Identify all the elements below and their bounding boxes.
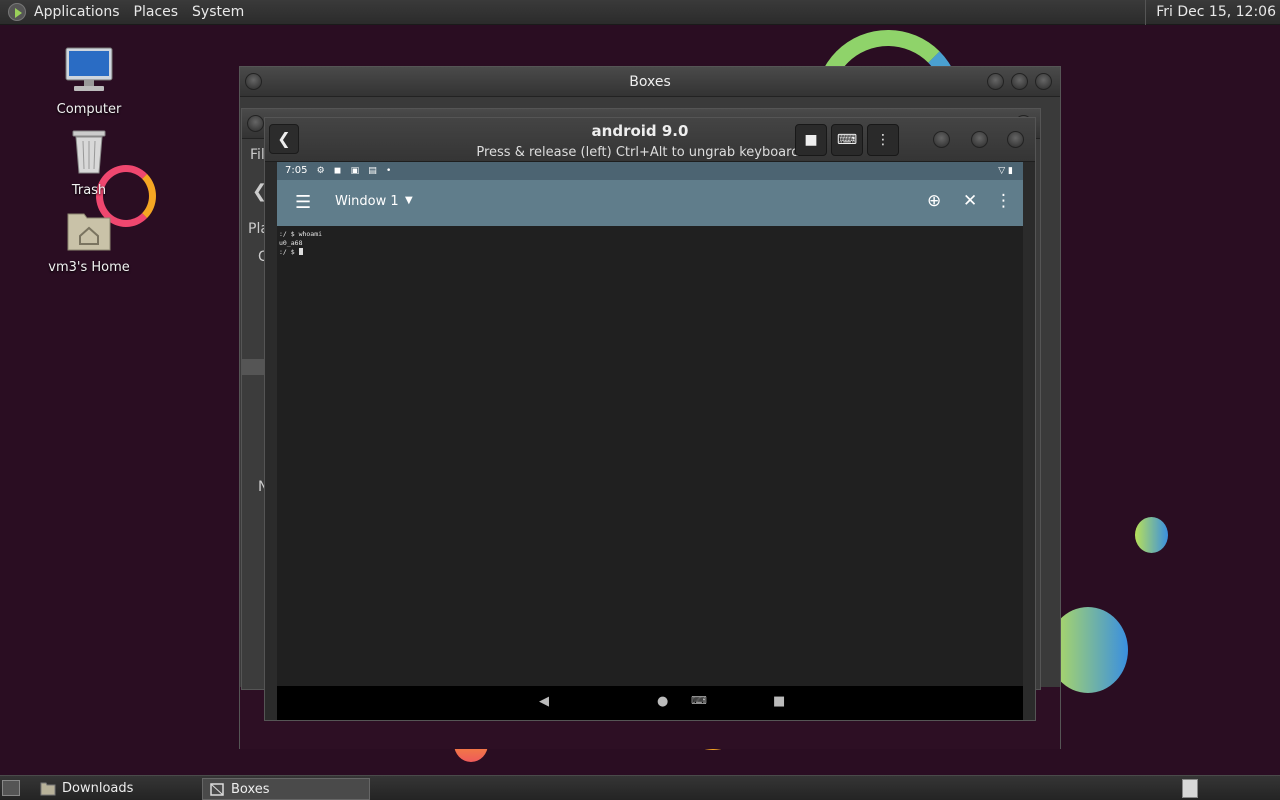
sd-icon: ▤ [368,166,377,176]
back-button[interactable]: ❮ [269,124,299,154]
close-button[interactable] [1035,73,1052,90]
android-nav-bar: ◀ ● ⌨ ■ [277,686,1023,720]
window-title: Boxes [629,74,671,90]
dot-icon: • [386,166,392,176]
desktop-icon-home[interactable]: vm3's Home [34,208,144,275]
menu-fragment-file[interactable]: Fil [250,147,265,163]
boxes-icon [210,783,224,796]
vm-subtitle: Press & release (left) Ctrl+Alt to ungra… [476,145,804,160]
terminal-cursor [298,248,303,255]
workspace-switcher[interactable] [1182,779,1198,798]
terminal-line: :/ $ whoami [279,230,323,238]
home-icon[interactable]: ● [657,694,668,709]
android-screen[interactable]: 7:05 ⚙ ◼ ▣ ▤ • ▽ ▮ ☰ Window 1 ▼ ⊕ ✕ ⋮ :/… [277,162,1023,686]
window-menu-button[interactable] [247,115,264,132]
dropdown-caret-icon[interactable]: ▼ [405,195,413,206]
top-panel: Applications Places System Fri Dec 15, 1… [0,0,1280,25]
distro-logo-icon[interactable] [8,3,26,21]
keyboard-icon: ⌨ [836,132,858,148]
vm-headerbar[interactable]: ❮ android 9.0 Press & release (left) Ctr… [265,118,1035,162]
maximize-button[interactable] [1011,73,1028,90]
minimize-button[interactable] [933,131,950,148]
minimize-button[interactable] [987,73,1004,90]
terminal-line: :/ $ [279,248,299,256]
hamburger-menu-icon[interactable]: ☰ [295,192,311,213]
sidebar-scroll-handle[interactable] [242,359,266,375]
terminal-output[interactable]: :/ $ whoami u0_a68:/ $ [279,230,1019,257]
home-folder-icon [34,208,144,256]
vm-title: android 9.0 [591,122,689,140]
computer-icon [34,46,144,98]
session-title[interactable]: Window 1 [335,194,399,209]
desktop-icon-computer[interactable]: Computer [34,46,144,117]
window-menu-button[interactable] [245,73,262,90]
wallpaper-ball-small [1135,517,1168,553]
back-icon[interactable]: ◀ [539,694,549,709]
task-downloads[interactable]: Downloads [34,778,200,800]
gear-icon: ⚙ [316,166,325,176]
keyboard-icon[interactable]: ⌨ [691,694,707,707]
desktop-icon-trash[interactable]: Trash [34,127,144,198]
desktop-icon-label: Trash [71,183,107,198]
vm-menu-button[interactable]: ⋮ [867,124,899,156]
menu-system[interactable]: System [192,4,244,20]
close-session-icon[interactable]: ✕ [963,191,977,211]
shield-icon: ◼ [333,166,342,176]
wifi-battery-icon: ▽ ▮ [998,166,1013,176]
keyboard-button[interactable]: ⌨ [831,124,863,156]
maximize-button[interactable] [971,131,988,148]
vm-window: ❮ android 9.0 Press & release (left) Ctr… [264,117,1036,721]
terminal-prompt-line: :/ $ [279,248,1019,257]
desktop-icon-label: vm3's Home [48,260,130,275]
desktop-icon-label: Computer [56,102,122,117]
recents-icon[interactable]: ■ [773,694,785,709]
trash-icon [34,127,144,179]
terminal-line: u0_a68 [279,239,303,247]
stop-icon: ■ [804,132,818,148]
folder-icon [40,782,56,796]
panel-clock[interactable]: Fri Dec 15, 12:06 [1145,0,1276,25]
boxes-titlebar[interactable]: Boxes [240,67,1060,97]
a-icon: ▣ [350,166,360,176]
task-label: Boxes [231,782,270,797]
task-label: Downloads [62,781,134,796]
show-desktop-icon[interactable] [2,780,20,796]
bottom-panel: Downloads Boxes [0,775,1280,800]
task-boxes[interactable]: Boxes [202,778,370,800]
android-app-bar: ☰ Window 1 ▼ ⊕ ✕ ⋮ [277,180,1023,226]
stop-button[interactable]: ■ [795,124,827,156]
status-time: 7:05 [285,165,308,176]
menu-places[interactable]: Places [134,4,179,20]
kebab-menu-icon: ⋮ [876,132,890,148]
menu-applications[interactable]: Applications [34,4,120,20]
android-status-bar: 7:05 ⚙ ◼ ▣ ▤ • ▽ ▮ [277,162,1023,180]
close-button[interactable] [1007,131,1024,148]
add-session-icon[interactable]: ⊕ [927,191,941,211]
back-arrow-icon: ❮ [277,129,291,148]
overflow-menu-icon[interactable]: ⋮ [995,191,1012,211]
